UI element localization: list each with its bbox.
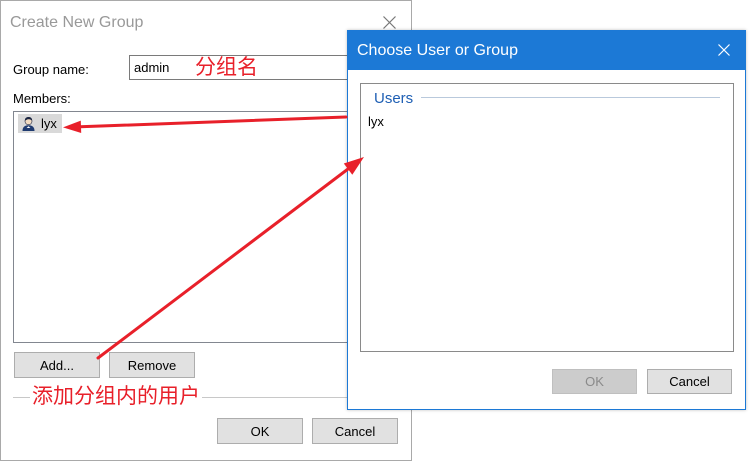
member-item[interactable]: lyx	[18, 114, 62, 133]
remove-member-button[interactable]: Remove	[109, 352, 195, 378]
annotation-add-members-note: 添加分组内的用户	[30, 384, 202, 408]
choose-dialog-title: Choose User or Group	[357, 42, 518, 59]
create-cancel-button[interactable]: Cancel	[312, 418, 398, 444]
choose-user-or-group-dialog: Choose User or Group Users lyx OK Cancel	[347, 30, 746, 410]
close-icon	[718, 44, 730, 56]
annotation-group-name-note: 分组名	[195, 55, 258, 79]
users-group-header: Users	[374, 90, 414, 107]
members-list[interactable]: lyx	[13, 111, 398, 343]
user-item[interactable]: lyx	[368, 114, 384, 130]
member-name: lyx	[41, 116, 57, 131]
choose-ok-button[interactable]: OK	[552, 369, 637, 394]
group-header-divider	[421, 97, 720, 98]
choose-dialog-title-bar[interactable]: Choose User or Group	[348, 31, 745, 70]
create-dialog-title: Create New Group	[10, 14, 144, 31]
create-ok-button[interactable]: OK	[217, 418, 303, 444]
close-icon	[383, 16, 396, 29]
users-list[interactable]: Users lyx	[360, 83, 734, 352]
create-dialog-close-button[interactable]	[383, 16, 396, 29]
choose-dialog-close-button[interactable]	[718, 44, 730, 56]
members-label: Members:	[13, 91, 71, 106]
user-icon	[21, 116, 36, 131]
group-name-label: Group name:	[13, 62, 89, 77]
choose-cancel-button[interactable]: Cancel	[647, 369, 732, 394]
add-member-button[interactable]: Add...	[14, 352, 100, 378]
